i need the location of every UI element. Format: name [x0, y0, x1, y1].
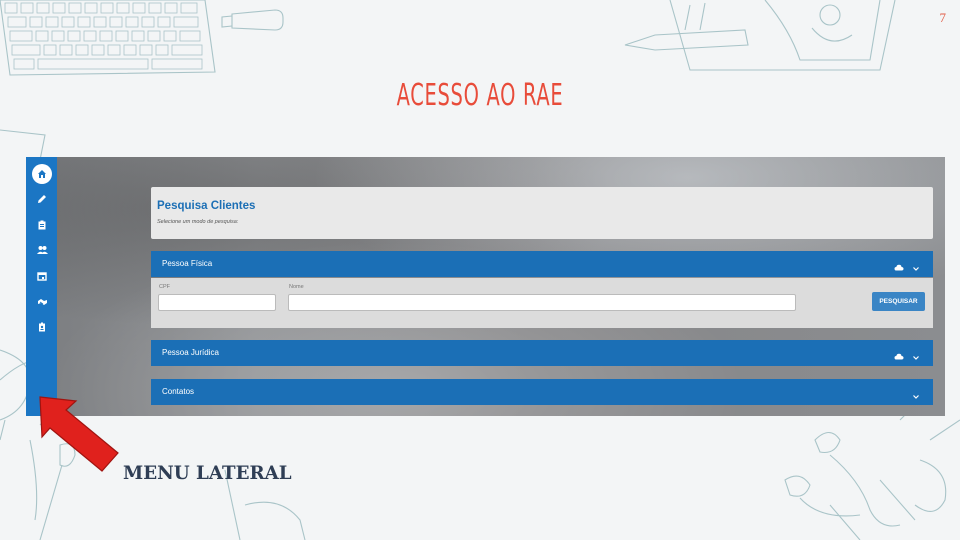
cpf-field[interactable] — [158, 294, 276, 311]
caption-menu-lateral: MENU LATERAL — [123, 462, 292, 484]
search-panel: Pesquisa Clientes Selecione um modo de p… — [151, 187, 933, 239]
clipboard-icon[interactable] — [35, 218, 49, 232]
cloud-icon[interactable] — [894, 347, 904, 365]
cpf-label: CPF — [159, 284, 170, 290]
section-label: Pessoa Física — [162, 259, 213, 268]
sidebar-menu — [26, 157, 57, 416]
nome-label: Nome — [289, 284, 304, 290]
cloud-icon[interactable] — [894, 258, 904, 276]
home-icon[interactable] — [32, 164, 52, 184]
pesquisar-button[interactable]: PESQUISAR — [872, 292, 925, 311]
nome-field[interactable] — [288, 294, 796, 311]
panel-subtitle: Selecione um modo de pesquisa: — [157, 219, 239, 225]
section-contatos[interactable]: Contatos — [151, 379, 933, 405]
section-pessoa-fisica[interactable]: Pessoa Física — [151, 251, 933, 277]
section-label: Pessoa Jurídica — [162, 348, 219, 357]
chevron-down-icon[interactable] — [913, 258, 919, 276]
people-icon[interactable] — [35, 243, 49, 257]
chevron-down-icon[interactable] — [913, 386, 919, 404]
badge-icon[interactable] — [35, 320, 49, 334]
section-pessoa-juridica[interactable]: Pessoa Jurídica — [151, 340, 933, 366]
chevron-down-icon[interactable] — [913, 347, 919, 365]
pessoa-fisica-form: CPF Nome PESQUISAR — [151, 278, 933, 328]
section-label: Contatos — [162, 387, 195, 396]
handshake-icon[interactable] — [35, 295, 49, 309]
slide-title: ACESSO AO RAE — [396, 78, 564, 113]
pencil-icon[interactable] — [35, 192, 49, 206]
rae-screenshot: Pesquisa Clientes Selecione um modo de p… — [26, 157, 945, 416]
panel-title: Pesquisa Clientes — [157, 200, 256, 212]
slide-number: 7 — [939, 10, 947, 25]
calendar-icon[interactable] — [35, 269, 49, 283]
red-arrow-icon — [39, 396, 119, 472]
